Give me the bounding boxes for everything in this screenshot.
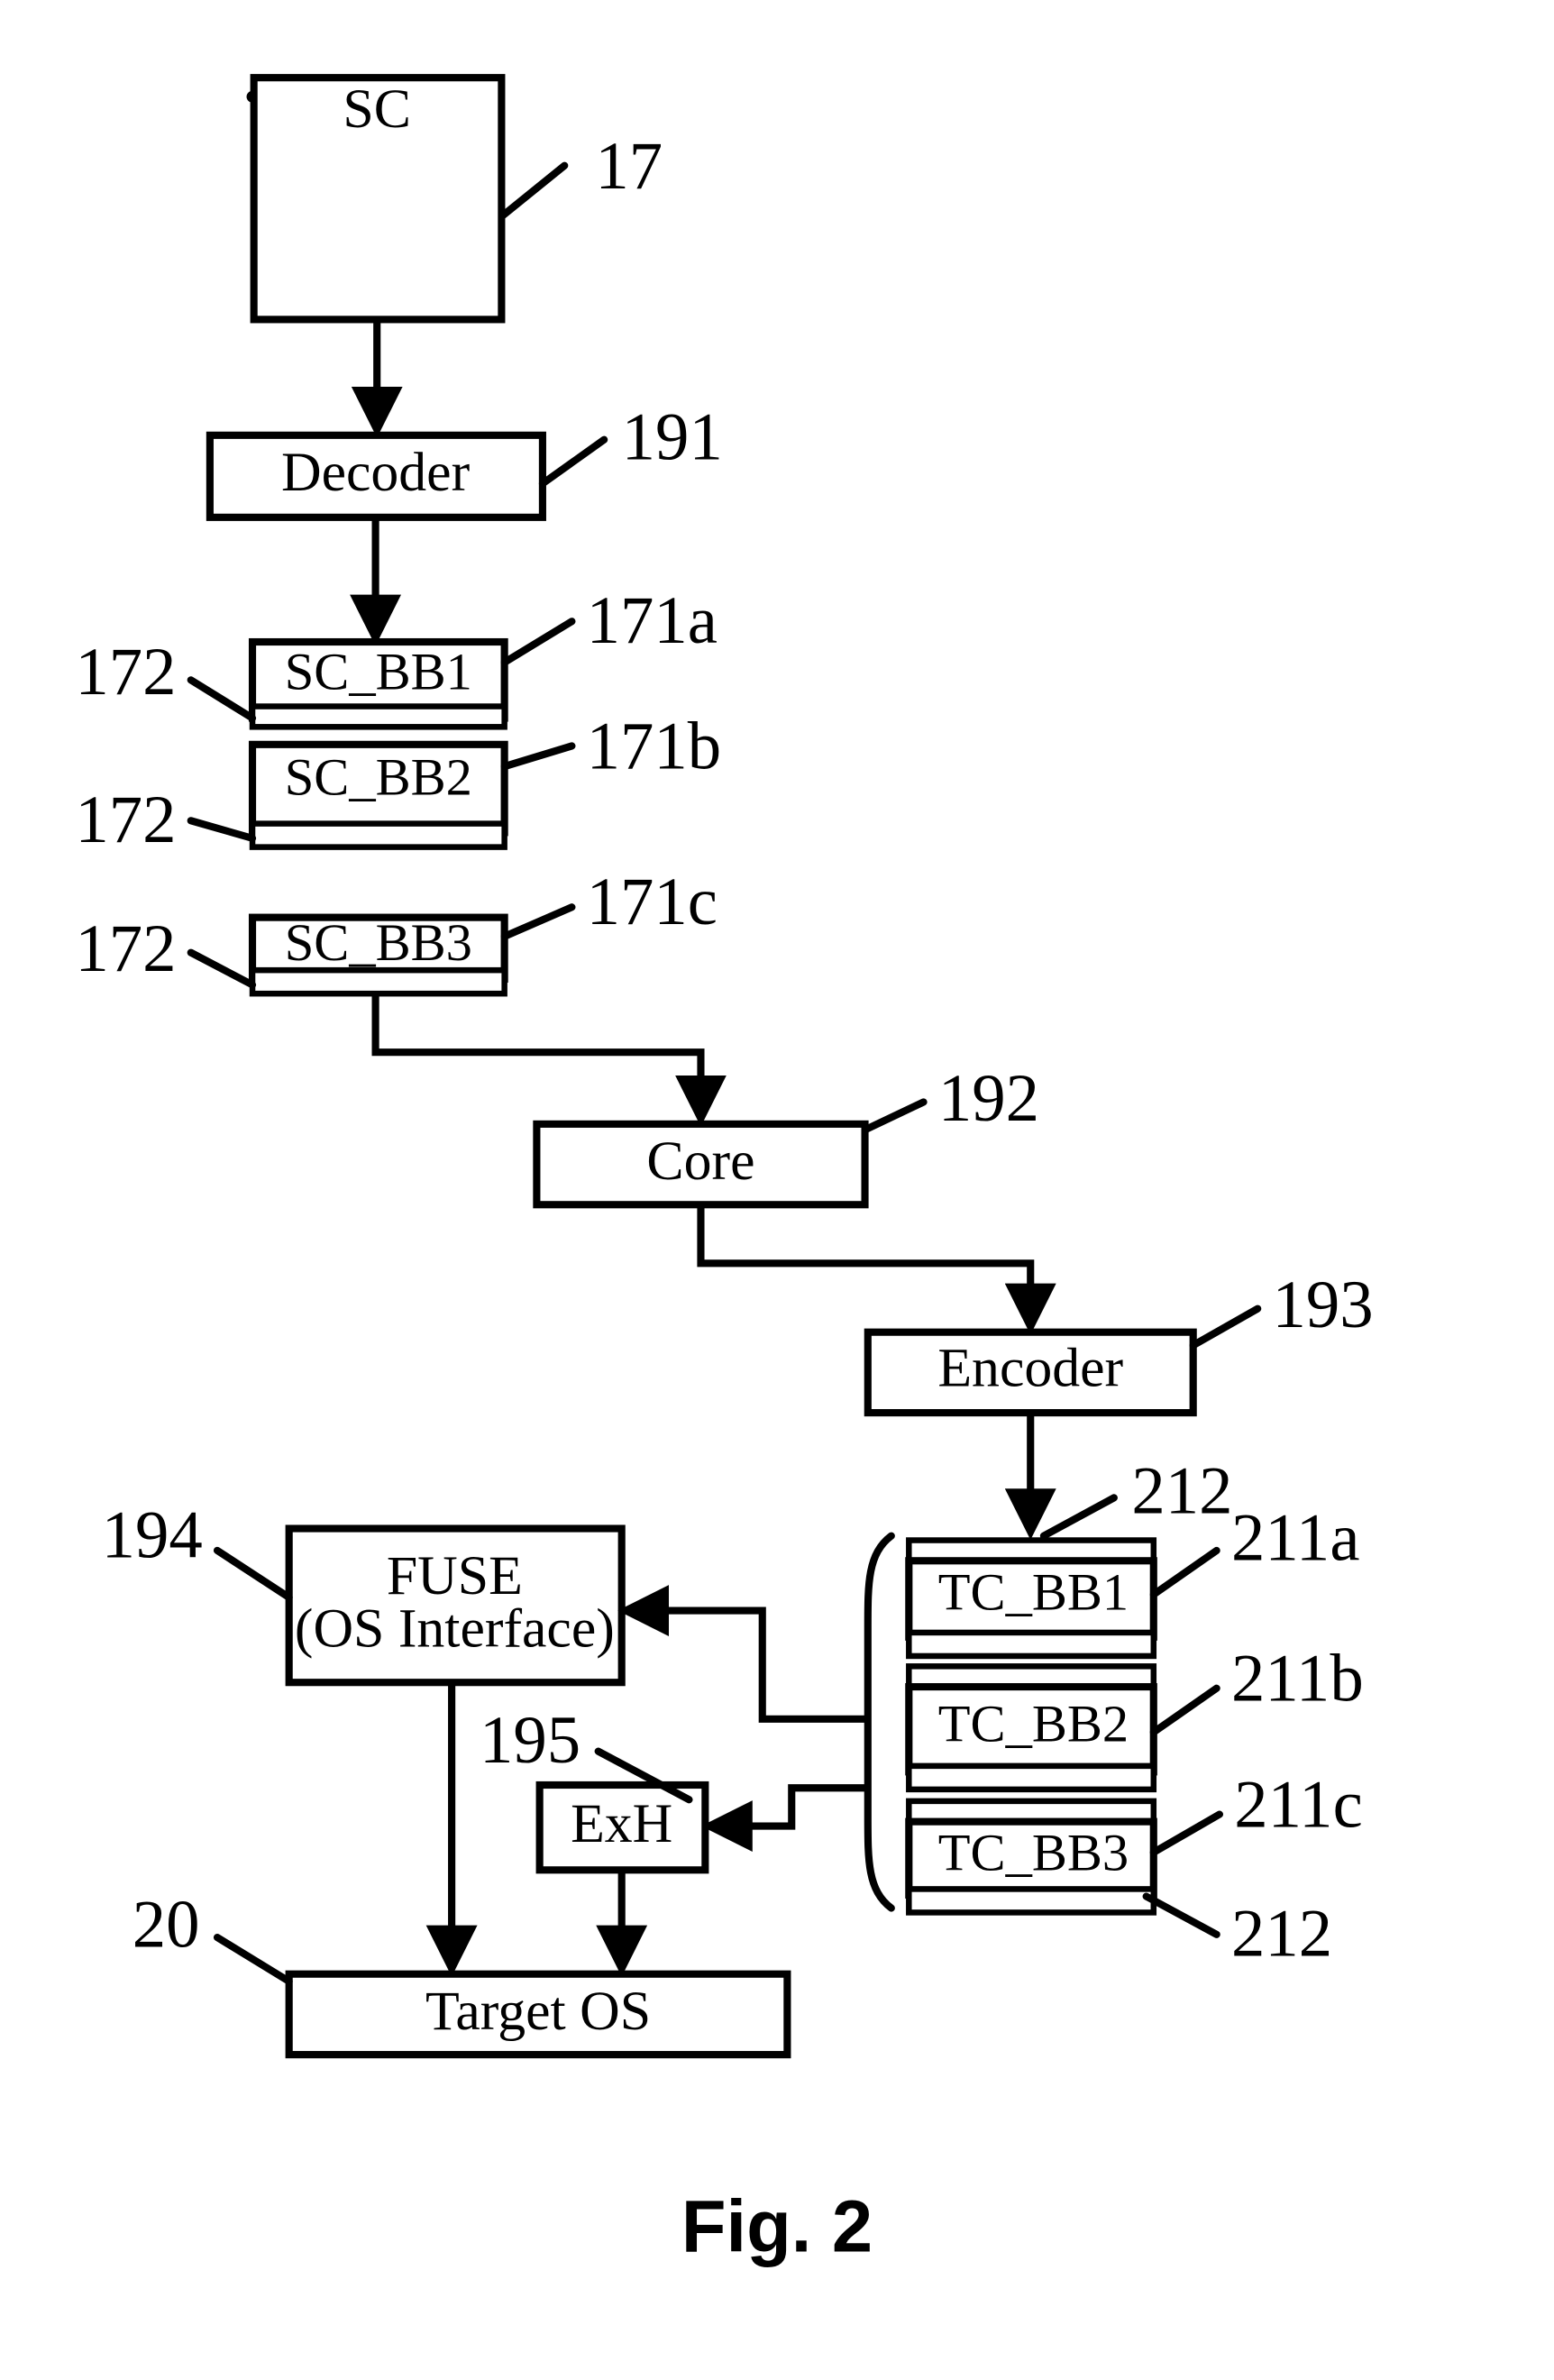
ref-171c: 171c (587, 865, 718, 939)
block-fuse: FUSE (OS Interface) (285, 1524, 626, 1687)
leader-212-bot (1142, 1892, 1220, 1938)
leader-212-top (1039, 1494, 1118, 1540)
block-encoder: Encoder (864, 1328, 1197, 1417)
ref-17: 17 (595, 129, 663, 204)
tc-bb1-strip-bottom (906, 1629, 1157, 1660)
block-core: Core (533, 1120, 869, 1209)
ref-211a: 211a (1231, 1501, 1360, 1576)
ref-195: 195 (480, 1703, 580, 1778)
tc-bb3-strip-bottom-212 (906, 1886, 1157, 1916)
ref-192: 192 (938, 1061, 1039, 1136)
leader-211a (1149, 1546, 1220, 1598)
ref-193: 193 (1272, 1268, 1373, 1342)
ref-172-b: 172 (75, 783, 176, 857)
leader-171b (500, 742, 576, 771)
ref-172-a: 172 (75, 635, 176, 709)
leader-193 (1189, 1304, 1262, 1350)
leader-192 (861, 1098, 928, 1134)
leader-211b (1149, 1684, 1220, 1736)
leader-17 (498, 161, 569, 220)
leader-172-a (187, 676, 257, 722)
target-os-label: Target OS (425, 1981, 651, 2042)
encoder-label: Encoder (937, 1337, 1123, 1398)
figure-2-diagram: SC 17 Decoder 191 SC_BB1 171a 172 SC_BB2… (75, 74, 1374, 2267)
tc-bb3: TC_BB3 (905, 1798, 1157, 1916)
edge-scbb3-to-core (371, 993, 727, 1127)
leader-171a (500, 618, 576, 666)
tc-bb1: TC_BB1 (905, 1537, 1157, 1660)
core-label: Core (646, 1130, 754, 1192)
leader-172-c (187, 948, 257, 989)
ref-212-top: 212 (1131, 1454, 1232, 1529)
sc-bb3-label: SC_BB3 (285, 913, 472, 972)
figure-caption: Fig. 2 (681, 2185, 873, 2267)
exh-label: ExH (571, 1793, 672, 1854)
decoder-label: Decoder (281, 442, 471, 503)
block-target-os: Target OS (285, 1970, 791, 2059)
sc-bb2-strip-172 (249, 820, 507, 850)
fuse-label-line2: (OS Interface) (295, 1598, 615, 1660)
ref-172-c: 172 (75, 911, 176, 986)
block-sc-bb2: SC_BB2 (248, 740, 508, 850)
ref-171b: 171b (587, 709, 722, 784)
leader-194 (213, 1546, 293, 1601)
tc-bb-group-bracket (864, 1532, 895, 1912)
leader-211c (1149, 1810, 1223, 1856)
ref-211c: 211c (1234, 1767, 1363, 1842)
tc-bb3-label: TC_BB3 (938, 1824, 1129, 1882)
leader-171c (500, 903, 576, 940)
edge-tcbb-to-exh (700, 1784, 868, 1852)
sc-bb2-label: SC_BB2 (285, 748, 472, 807)
block-sc-bb3: SC_BB3 (248, 913, 508, 997)
sc-bb1-label: SC_BB1 (285, 642, 472, 700)
leader-191 (538, 435, 608, 488)
tc-bb2-label: TC_BB2 (938, 1695, 1129, 1753)
block-sc-bb1: SC_BB1 (248, 637, 508, 730)
ref-20: 20 (133, 1888, 200, 1963)
sc-label: SC (343, 78, 411, 140)
ref-211b: 211b (1231, 1642, 1364, 1716)
ref-171a: 171a (587, 583, 718, 658)
block-sc: SC (250, 74, 506, 324)
edge-tcbb-to-fuse (617, 1585, 868, 1723)
sc-bb3-strip-172 (249, 966, 507, 997)
leader-20 (213, 1934, 293, 1985)
leader-172-b (187, 817, 257, 842)
tc-bb1-label: TC_BB1 (938, 1562, 1129, 1621)
ref-212-bot: 212 (1231, 1896, 1332, 1971)
tc-bb2: TC_BB2 (905, 1663, 1157, 1793)
ref-194: 194 (102, 1497, 203, 1572)
sc-bb1-strip-172 (249, 703, 507, 730)
edge-core-to-encoder (697, 1204, 1056, 1335)
ref-191: 191 (622, 400, 723, 475)
block-decoder: Decoder (206, 431, 546, 521)
tc-bb2-strip-bottom (906, 1762, 1157, 1793)
patent-figure: SC 17 Decoder 191 SC_BB1 171a 172 SC_BB2… (0, 0, 1554, 2380)
